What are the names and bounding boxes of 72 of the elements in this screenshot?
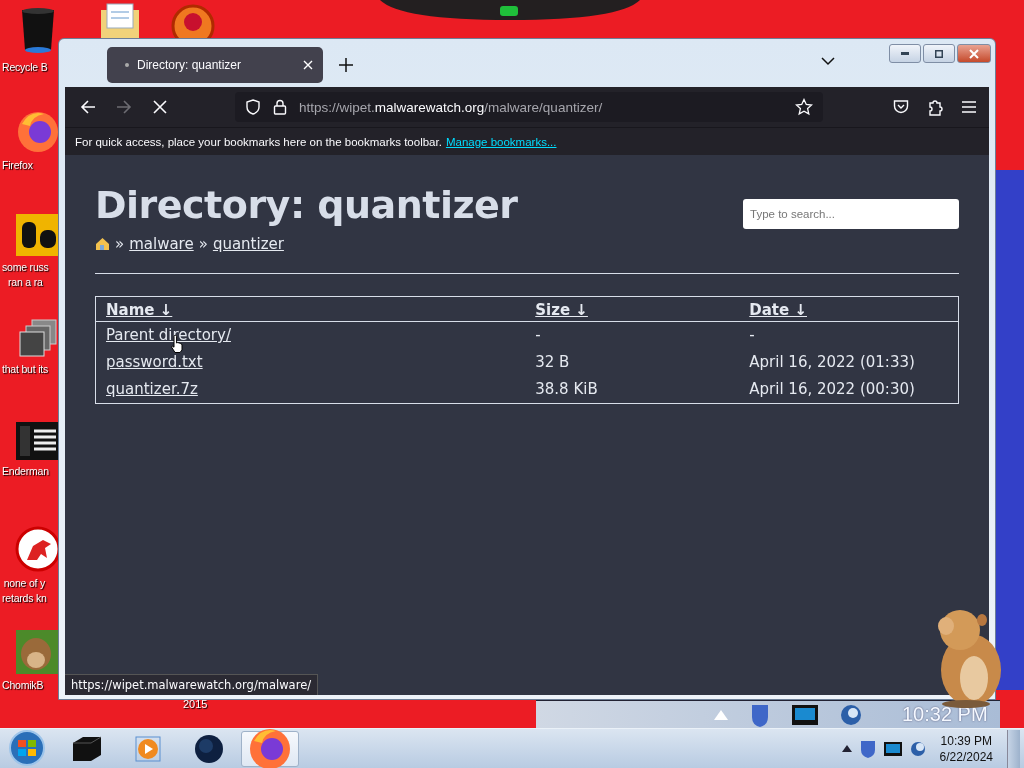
breadcrumb-separator: »: [198, 235, 208, 253]
pocket-icon: [893, 99, 909, 115]
desktop-icon-label: that but its: [2, 362, 49, 377]
plus-icon: [339, 58, 353, 72]
close-icon: [969, 48, 979, 59]
start-button[interactable]: [8, 729, 46, 768]
address-bar[interactable]: https://wipet.malwarewatch.org/malware/quantizer/: [235, 92, 823, 122]
monitor-icon: [883, 741, 902, 756]
close-icon: [303, 60, 313, 70]
up-arrow-icon: [714, 709, 728, 720]
forward-icon: [116, 99, 132, 115]
table-cell-text: 32 B: [534, 352, 571, 373]
column-header-link[interactable]: Size ↓: [535, 301, 588, 319]
desktop-icon-label: 2015: [183, 698, 208, 710]
media-player-icon: [134, 734, 162, 763]
shield-icon: [750, 702, 770, 727]
home-icon: [95, 237, 110, 251]
globe-icon: [194, 733, 224, 764]
show-desktop-button[interactable]: [1007, 729, 1020, 768]
firefox-icon: [16, 110, 60, 154]
status-tooltip: https://wipet.malwarewatch.org/malware/: [65, 674, 319, 695]
monitor-icon: [792, 704, 818, 725]
back-icon: [80, 99, 96, 115]
browser-tab[interactable]: Directory: quantizer: [107, 47, 323, 83]
table-cell: April 16, 2022 (01:33): [739, 349, 959, 376]
desktop-icon-label: Recycle B: [2, 60, 48, 75]
table-cell: -: [525, 321, 740, 349]
maximize-button[interactable]: [923, 44, 955, 63]
windows-logo-icon: [9, 729, 45, 766]
clock-date[interactable]: 6/22/2024: [939, 748, 993, 765]
lock-icon: [273, 99, 287, 115]
maximize-icon: [935, 49, 943, 58]
breadcrumb-link[interactable]: malware: [129, 235, 194, 253]
up-arrow-icon: [841, 745, 852, 752]
network-icon: [840, 703, 862, 726]
menu-icon: [961, 100, 977, 114]
desktop-icon-label: ChomikB: [2, 678, 44, 693]
bookmarks-hint: For quick access, place your bookmarks here on the bookmarks toolbar.: [75, 135, 442, 148]
desktop-icon-label: some russ ran a ra: [2, 260, 49, 290]
minimize-button[interactable]: [889, 44, 921, 63]
shield-icon: [245, 99, 261, 115]
table-cell: -: [739, 321, 959, 349]
shield-icon: [859, 739, 876, 758]
minimize-icon: [901, 52, 909, 55]
breadcrumb-link[interactable]: quantizer: [212, 235, 284, 253]
animal-icon: [16, 630, 60, 674]
app-icon: [16, 214, 60, 256]
close-button[interactable]: [957, 44, 991, 63]
firefox-icon: [248, 726, 292, 768]
stop-icon: [152, 99, 168, 115]
manage-bookmarks-link[interactable]: Manage bookmarks...: [445, 135, 557, 148]
page-title: Directory: quantizer: [95, 182, 518, 229]
clock-time[interactable]: 10:39 PM: [940, 732, 992, 749]
desktop-icon-label: Firefox: [2, 158, 33, 173]
table-cell: 38.8 KiB: [525, 376, 740, 404]
file-link[interactable]: Parent directory/: [106, 326, 231, 344]
column-header-link[interactable]: Name ↓: [106, 301, 173, 319]
box-icon: [71, 734, 103, 763]
file-link[interactable]: quantizer.7z: [106, 380, 198, 398]
star-icon: [795, 98, 813, 116]
chevron-down-icon: [821, 57, 835, 66]
puzzle-icon: [927, 98, 943, 116]
file-link[interactable]: password.txt: [106, 353, 203, 371]
table-cell: April 16, 2022 (00:30): [739, 376, 959, 404]
search-field[interactable]: Type to search...: [743, 199, 959, 229]
column-header-link[interactable]: Date ↓: [749, 301, 807, 319]
windows-stack-icon: [18, 318, 58, 358]
network-icon: [909, 740, 926, 757]
desktop-icon-label: Enderman: [2, 464, 49, 479]
terminal-icon: [16, 422, 60, 460]
desktop-icon-label: none of y retards kn: [2, 576, 47, 606]
breadcrumb-separator: »: [115, 235, 125, 253]
